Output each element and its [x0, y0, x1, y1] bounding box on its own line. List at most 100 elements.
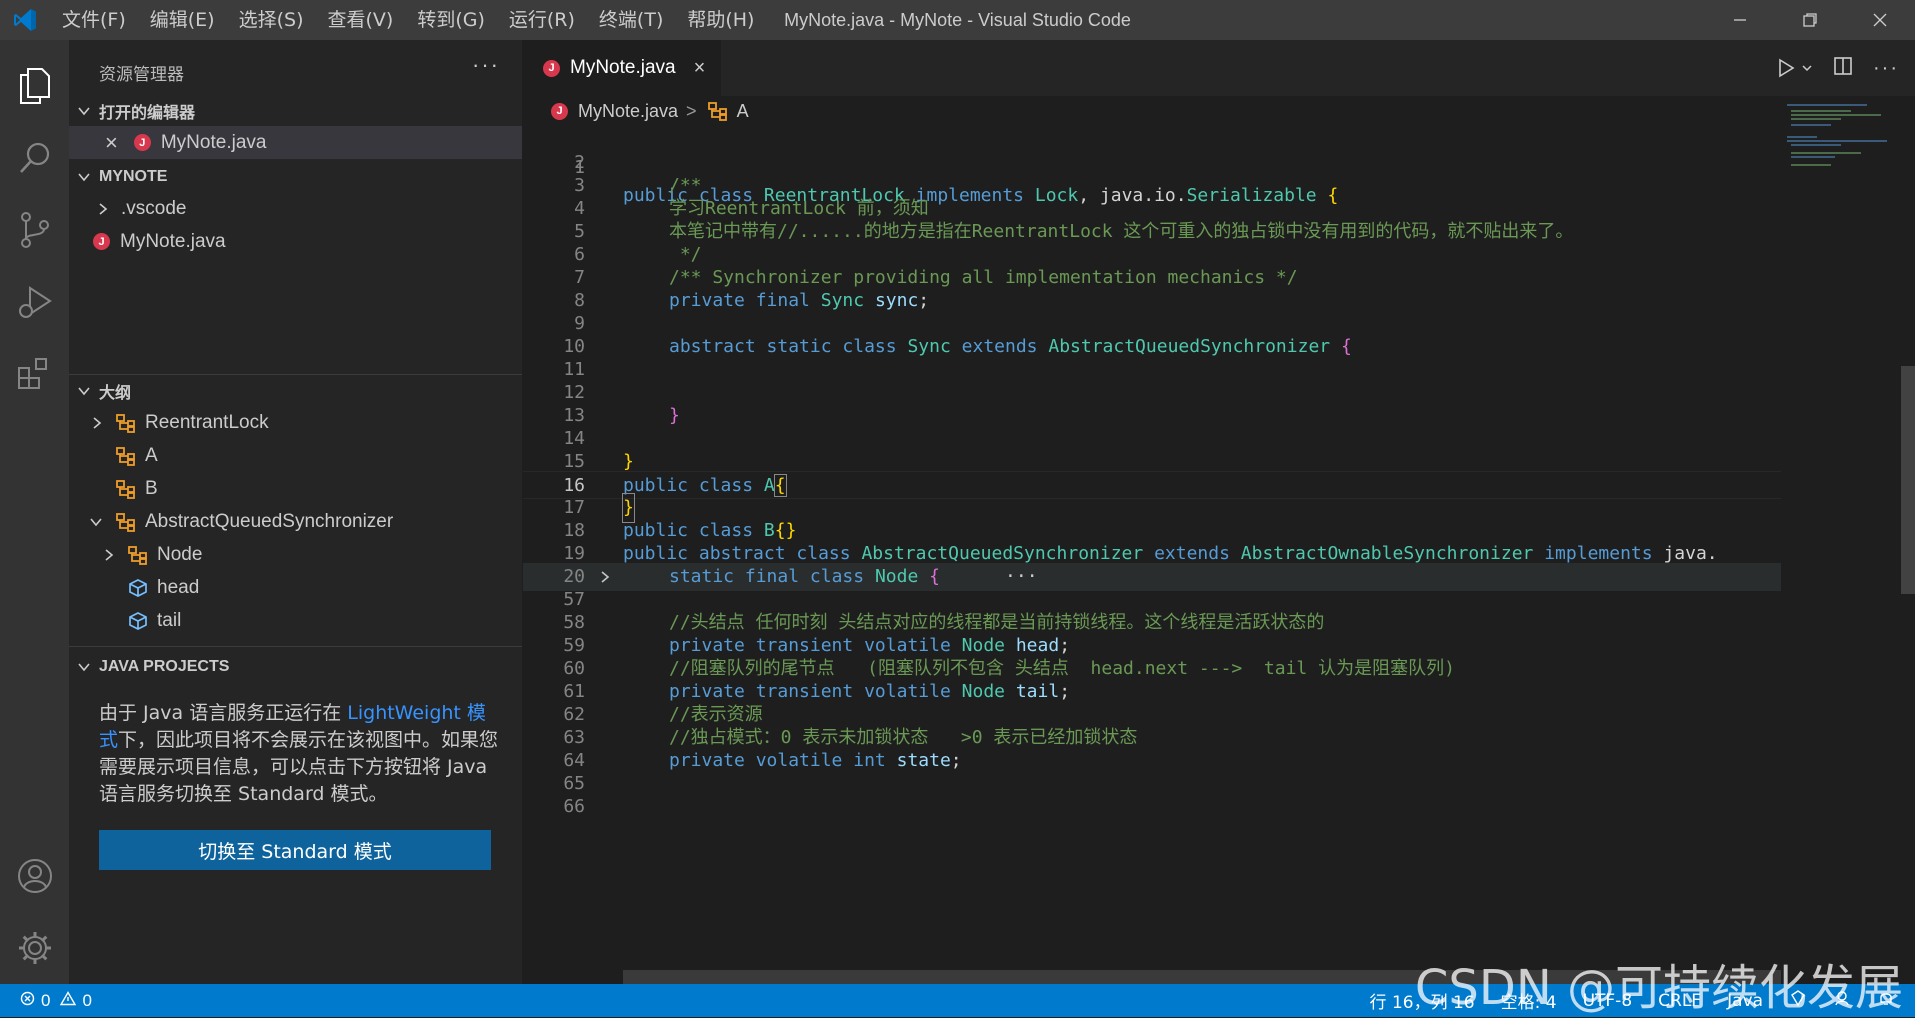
- status-bar: 0 0 行 16，列 16 空格: 4 UTF-8 CRLF Java: [0, 984, 1915, 1017]
- warning-count: 0: [82, 990, 92, 1010]
- breadcrumb-separator: >: [686, 100, 697, 121]
- outline-item-label: A: [145, 444, 158, 466]
- chevron-down-icon: [89, 515, 113, 529]
- field-symbol-icon: [125, 611, 151, 631]
- more-actions-button[interactable]: ···: [472, 52, 500, 78]
- warning-icon: [60, 990, 77, 1011]
- tab-mynote-java[interactable]: J MyNote.java ×: [523, 40, 721, 96]
- encoding[interactable]: UTF-8: [1583, 991, 1633, 1011]
- chevron-down-icon: [69, 170, 99, 184]
- tree-item-label: MyNote.java: [120, 230, 226, 252]
- folded-ellipsis[interactable]: ···: [1005, 566, 1038, 587]
- java-file-icon: J: [133, 134, 151, 151]
- class-symbol-icon: [113, 479, 139, 499]
- breadcrumb-symbol[interactable]: A: [737, 101, 749, 122]
- outline-item-label: B: [145, 477, 158, 499]
- outline-item-head[interactable]: head: [69, 571, 522, 604]
- close-tab-icon[interactable]: ×: [694, 57, 706, 80]
- class-symbol-icon: [113, 512, 139, 532]
- scrollbar-thumb[interactable]: [1901, 366, 1915, 594]
- chevron-right-icon: [97, 202, 121, 216]
- breadcrumb: J MyNote.java > A: [523, 96, 749, 126]
- horizontal-scrollbar[interactable]: [623, 970, 1781, 984]
- run-debug-icon[interactable]: [0, 272, 69, 332]
- minimap[interactable]: [1781, 96, 1891, 984]
- notifications-bell-icon[interactable]: [1877, 989, 1895, 1012]
- indentation[interactable]: 空格: 4: [1501, 988, 1557, 1013]
- menu-run[interactable]: 运行(R): [497, 0, 587, 40]
- run-icon[interactable]: [1777, 58, 1813, 78]
- section-divider: [69, 374, 522, 375]
- menu-help[interactable]: 帮助(H): [675, 0, 766, 40]
- menu-file[interactable]: 文件(F): [50, 0, 138, 40]
- section-divider: [69, 646, 522, 647]
- settings-gear-icon[interactable]: [0, 918, 69, 978]
- end-of-line[interactable]: CRLF: [1658, 991, 1701, 1011]
- outline-item-label: ReentrantLock: [145, 411, 269, 433]
- outline-item-aqs[interactable]: AbstractQueuedSynchronizer: [69, 505, 522, 538]
- tab-bar: J MyNote.java × ···: [523, 40, 1915, 96]
- outline-item-b[interactable]: B: [69, 472, 522, 505]
- explorer-icon[interactable]: [0, 56, 69, 116]
- outline-item-node[interactable]: Node: [69, 538, 522, 571]
- open-editor-item[interactable]: × J MyNote.java: [69, 126, 522, 159]
- section-open-editors[interactable]: 打开的编辑器: [69, 96, 522, 126]
- class-symbol-icon: [125, 545, 151, 565]
- language-mode[interactable]: Java: [1727, 991, 1763, 1011]
- class-symbol-icon: [113, 413, 139, 433]
- activity-bar: [0, 40, 69, 984]
- section-open-editors-title: 打开的编辑器: [99, 105, 196, 122]
- chevron-down-icon: [1802, 65, 1812, 72]
- extensions-icon[interactable]: [0, 344, 69, 404]
- problems-indicator[interactable]: 0 0: [0, 991, 92, 1011]
- section-java-projects-title: JAVA PROJECTS: [99, 658, 230, 675]
- outline-item-label: tail: [157, 609, 182, 631]
- close-window-button[interactable]: [1845, 0, 1915, 40]
- open-editor-filename: MyNote.java: [160, 131, 267, 153]
- message-text: 下，因此项目将不会展示在该视图中。如果您需要展示项目信息，可以点击下方按钮将 J…: [99, 729, 499, 805]
- editor-group: J MyNote.java × ··· J MyNote.java > A 1 …: [523, 40, 1915, 984]
- menu-selection[interactable]: 选择(S): [227, 0, 316, 40]
- title-bar: 文件(F) 编辑(E) 选择(S) 查看(V) 转到(G) 运行(R) 终端(T…: [0, 0, 1915, 40]
- minimize-button[interactable]: [1705, 0, 1775, 40]
- error-count: 0: [41, 990, 51, 1010]
- feedback-icon[interactable]: [1833, 989, 1851, 1012]
- outline-item-reentrantlock[interactable]: ReentrantLock: [69, 406, 522, 439]
- switch-standard-mode-button[interactable]: 切换至 Standard 模式: [99, 830, 491, 870]
- java-status-icon[interactable]: [1789, 989, 1807, 1012]
- section-outline[interactable]: 大纲: [69, 376, 522, 406]
- tree-item-java-file[interactable]: J MyNote.java: [69, 225, 522, 258]
- section-workspace[interactable]: MYNOTE: [69, 162, 522, 192]
- vertical-scrollbar[interactable]: [1901, 96, 1915, 984]
- outline-item-label: Node: [157, 543, 203, 565]
- outline-item-tail[interactable]: tail: [69, 604, 522, 637]
- chevron-down-icon: [69, 104, 99, 118]
- sidebar-explorer: 资源管理器 ··· 打开的编辑器 × J MyNote.java MYNOTE …: [69, 40, 523, 984]
- breadcrumb-file[interactable]: MyNote.java: [578, 101, 678, 122]
- outline-item-label: AbstractQueuedSynchronizer: [145, 510, 394, 532]
- java-projects-message: 由于 Java 语言服务正运行在 LightWeight 模式下，因此项目将不会…: [99, 700, 499, 808]
- menu-terminal[interactable]: 终端(T): [587, 0, 675, 40]
- message-text: 由于 Java 语言服务正运行在: [99, 702, 348, 724]
- menu-edit[interactable]: 编辑(E): [138, 0, 227, 40]
- cursor-position[interactable]: 行 16，列 16: [1370, 988, 1475, 1013]
- section-java-projects[interactable]: JAVA PROJECTS: [69, 652, 522, 682]
- vscode-logo-icon: [0, 0, 50, 40]
- source-control-icon[interactable]: [0, 200, 69, 260]
- tree-item-vscode-folder[interactable]: .vscode: [69, 192, 522, 225]
- outline-item-label: head: [157, 576, 200, 598]
- code-editor[interactable]: 1 public class ReentrantLock implements …: [523, 126, 1781, 984]
- menu-go[interactable]: 转到(G): [405, 0, 497, 40]
- menu-view[interactable]: 查看(V): [316, 0, 406, 40]
- class-symbol-icon: [705, 101, 731, 121]
- search-icon[interactable]: [0, 128, 69, 188]
- tree-item-label: .vscode: [121, 197, 187, 219]
- outline-item-a[interactable]: A: [69, 439, 522, 472]
- close-editor-icon[interactable]: ×: [105, 130, 118, 156]
- accounts-icon[interactable]: [0, 846, 69, 906]
- split-editor-icon[interactable]: [1833, 56, 1853, 81]
- chevron-down-icon: [69, 660, 99, 674]
- more-actions-icon[interactable]: ···: [1873, 57, 1899, 80]
- restore-button[interactable]: [1775, 0, 1845, 40]
- java-file-icon: J: [543, 59, 560, 77]
